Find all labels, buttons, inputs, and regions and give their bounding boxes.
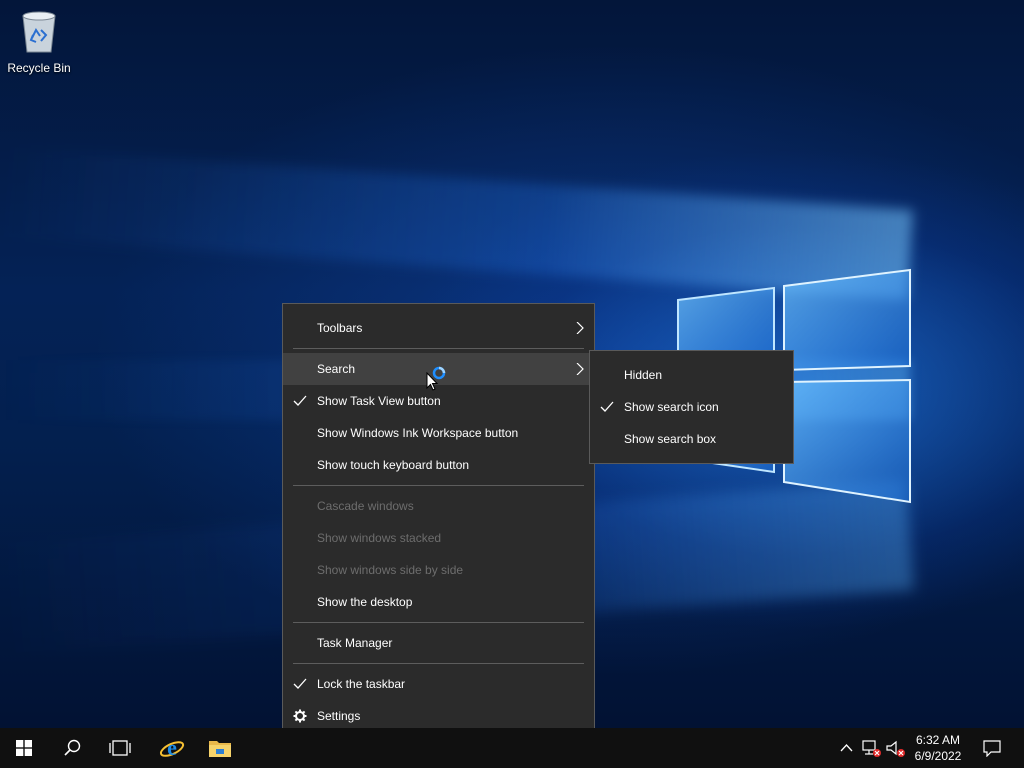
menu-separator [293, 485, 584, 486]
menu-item-label: Show Task View button [317, 394, 441, 408]
busy-spinner-icon [432, 366, 446, 380]
menu-item-cascade-windows: Cascade windows [283, 490, 594, 522]
task-view-button[interactable] [96, 728, 144, 768]
menu-item-label: Show windows side by side [317, 563, 464, 577]
recycle-bin-label: Recycle Bin [7, 61, 71, 75]
submenu-item-hidden[interactable]: Hidden [590, 359, 793, 391]
menu-item-label: Toolbars [317, 321, 363, 335]
checkmark-icon [293, 678, 307, 689]
taskbar-search-button[interactable] [48, 728, 96, 768]
menu-item-label: Lock the taskbar [317, 677, 406, 691]
action-center-icon [983, 740, 1001, 757]
checkmark-icon [293, 395, 307, 406]
taskbar-clock[interactable]: 6:32 AM 6/9/2022 [905, 732, 971, 764]
start-button[interactable] [0, 728, 48, 768]
taskbar[interactable]: e 6:32 AM 6/9/2022 [0, 728, 1024, 768]
menu-item-toolbars[interactable]: Toolbars [283, 312, 594, 344]
menu-item-lock-the-taskbar[interactable]: Lock the taskbar [283, 668, 594, 700]
menu-item-show-windows-side-by-side: Show windows side by side [283, 554, 594, 586]
desktop-icon-recycle-bin[interactable]: Recycle Bin [6, 8, 72, 75]
taskbar-app-file-explorer[interactable] [196, 728, 244, 768]
submenu-item-label: Show search icon [624, 400, 719, 414]
submenu-item-show-search-box[interactable]: Show search box [590, 423, 793, 455]
submenu-item-label: Hidden [624, 368, 663, 382]
network-disconnected-icon [862, 740, 881, 757]
checkmark-icon [600, 401, 614, 412]
volume-muted-icon [886, 740, 905, 757]
action-center-button[interactable] [978, 728, 1008, 768]
recycle-bin-icon [22, 11, 56, 53]
chevron-right-icon [576, 363, 584, 375]
menu-item-label: Settings [317, 709, 361, 723]
file-explorer-icon [209, 741, 231, 757]
chevron-up-icon [840, 744, 853, 752]
menu-item-label: Search [317, 362, 356, 376]
taskbar-app-internet-explorer[interactable]: e [148, 728, 196, 768]
menu-item-label: Show touch keyboard button [317, 458, 470, 472]
search-icon [64, 739, 81, 756]
chevron-right-icon [576, 322, 584, 334]
submenu-item-label: Show search box [624, 432, 717, 446]
menu-item-label: Show Windows Ink Workspace button [317, 426, 519, 440]
menu-item-show-windows-stacked: Show windows stacked [283, 522, 594, 554]
task-view-icon [109, 740, 131, 756]
volume-tray-button[interactable] [884, 728, 906, 768]
menu-item-show-the-desktop[interactable]: Show the desktop [283, 586, 594, 618]
search-submenu: Hidden Show search icon Show search box [589, 350, 794, 464]
submenu-item-show-search-icon[interactable]: Show search icon [590, 391, 793, 423]
menu-item-label: Task Manager [317, 636, 393, 650]
show-hidden-icons-button[interactable] [838, 728, 856, 768]
windows-start-icon [16, 740, 32, 756]
menu-separator [293, 348, 584, 349]
menu-item-label: Show windows stacked [317, 531, 442, 545]
menu-separator [293, 622, 584, 623]
menu-item-show-touch-keyboard-button[interactable]: Show touch keyboard button [283, 449, 594, 481]
menu-item-show-windows-ink-workspace-button[interactable]: Show Windows Ink Workspace button [283, 417, 594, 449]
menu-item-label: Show the desktop [317, 595, 413, 609]
network-tray-button[interactable] [860, 728, 882, 768]
menu-separator [293, 663, 584, 664]
clock-date: 6/9/2022 [914, 749, 962, 763]
svg-text:e: e [167, 735, 177, 760]
menu-item-label: Cascade windows [317, 499, 414, 513]
menu-item-task-manager[interactable]: Task Manager [283, 627, 594, 659]
clock-time: 6:32 AM [915, 733, 961, 747]
internet-explorer-icon: e [159, 735, 185, 760]
